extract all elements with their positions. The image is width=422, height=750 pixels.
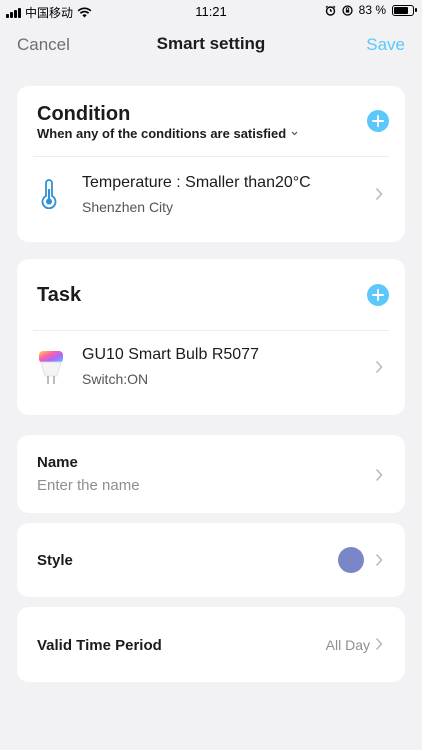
valid-time-card[interactable]: Valid Time Period All Day <box>17 607 405 682</box>
add-condition-button[interactable] <box>367 110 389 132</box>
navigation-bar: Cancel Smart setting Save <box>0 22 422 66</box>
save-button[interactable]: Save <box>366 35 405 55</box>
status-bar: 中国移动 11:21 83 % <box>0 0 422 22</box>
add-task-button[interactable] <box>367 284 389 306</box>
condition-item[interactable]: Temperature : Smaller than20°C Shenzhen … <box>17 157 405 242</box>
style-card[interactable]: Style <box>17 523 405 597</box>
style-color-swatch <box>338 547 364 573</box>
name-input[interactable] <box>37 477 337 494</box>
task-title: Task <box>37 284 82 306</box>
task-item-title: GU10 Smart Bulb R5077 <box>82 346 259 363</box>
chevron-right-icon <box>375 360 383 374</box>
task-card: Task GU10 Smart Bulb R5077 Switch:ON <box>17 259 405 415</box>
chevron-right-icon <box>375 553 383 567</box>
chevron-right-icon <box>375 187 383 201</box>
battery-icon <box>392 4 417 16</box>
chevron-right-icon <box>375 468 383 482</box>
condition-mode-dropdown[interactable]: When any of the conditions are satisfied <box>37 126 298 141</box>
orientation-lock-icon <box>341 4 353 16</box>
valid-time-value: All Day <box>325 637 370 653</box>
chevron-down-icon <box>291 131 298 136</box>
valid-time-label: Valid Time Period <box>37 637 162 654</box>
battery-percent: 83 % <box>358 3 386 17</box>
name-card[interactable]: Name <box>17 435 405 513</box>
condition-item-title: Temperature : Smaller than20°C <box>82 174 311 191</box>
plus-icon <box>372 115 384 127</box>
alarm-icon <box>325 5 336 16</box>
page-title: Smart setting <box>156 34 266 53</box>
chevron-right-icon <box>375 637 383 651</box>
thermometer-icon <box>41 179 57 209</box>
condition-title: Condition <box>37 103 131 125</box>
smart-bulb-icon <box>39 351 63 384</box>
condition-mode-label: When any of the conditions are satisfied <box>37 126 287 141</box>
style-label: Style <box>37 552 73 569</box>
condition-card: Condition When any of the conditions are… <box>17 86 405 242</box>
plus-icon <box>372 289 384 301</box>
task-item-subtitle: Switch:ON <box>82 371 149 387</box>
task-item[interactable]: GU10 Smart Bulb R5077 Switch:ON <box>17 331 405 415</box>
name-label: Name <box>37 454 78 471</box>
battery-fill <box>394 6 409 14</box>
condition-item-subtitle: Shenzhen City <box>82 199 174 215</box>
